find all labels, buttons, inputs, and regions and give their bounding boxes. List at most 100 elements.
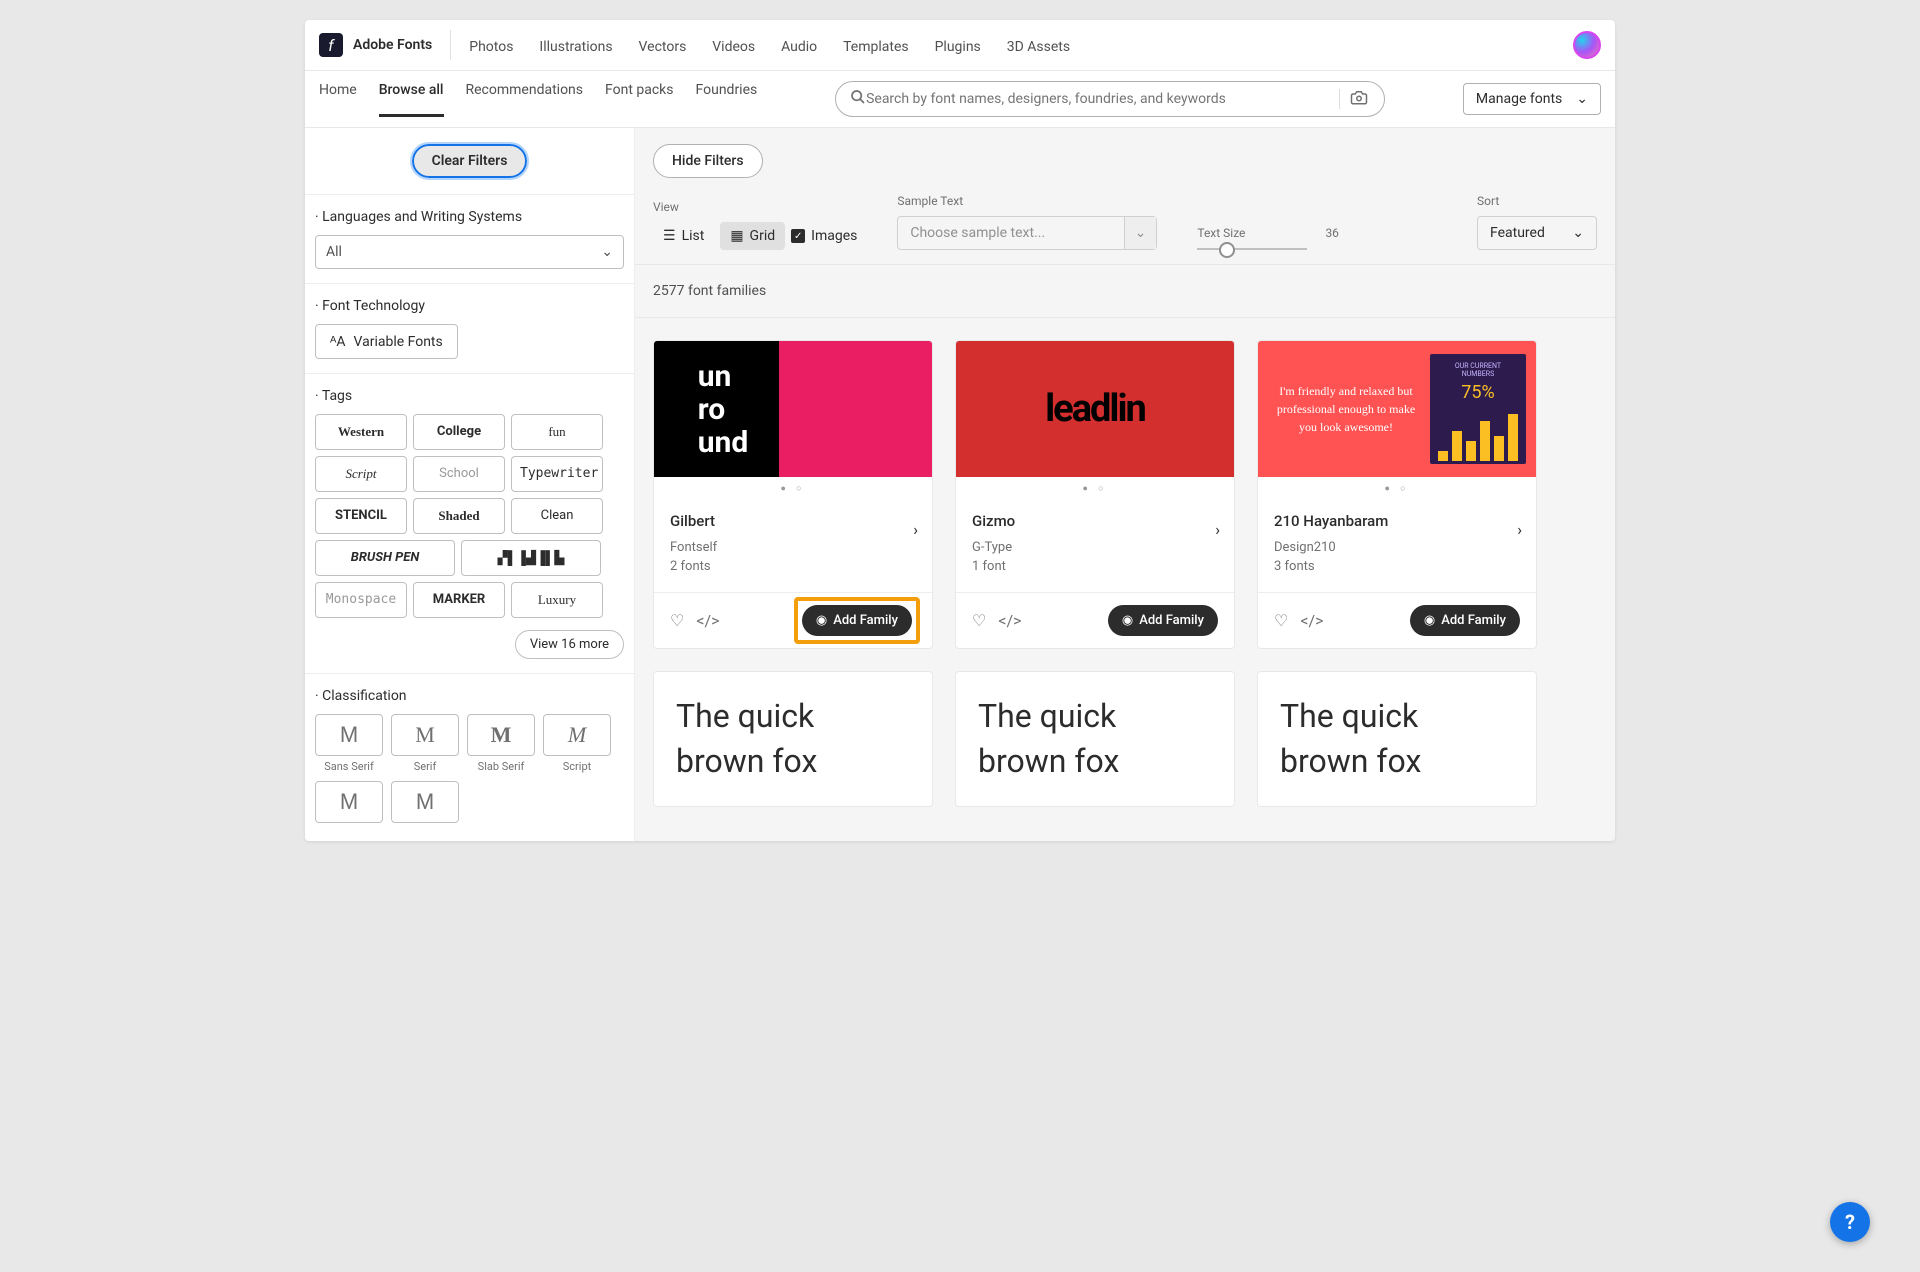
card-body: Gizmo G-Type 1 font › xyxy=(956,500,1234,592)
search-field[interactable] xyxy=(835,81,1385,117)
card-preview-image[interactable]: un ro und xyxy=(654,341,932,477)
tag-western[interactable]: Western xyxy=(315,414,407,450)
subnav-recommendations[interactable]: Recommendations xyxy=(466,82,584,117)
help-button[interactable]: ? xyxy=(1830,1202,1870,1242)
nav-photos[interactable]: Photos xyxy=(469,39,513,55)
brand-logo[interactable]: f xyxy=(319,33,343,57)
clear-filters-button[interactable]: Clear Filters xyxy=(412,144,528,178)
tag-clean[interactable]: Clean xyxy=(511,498,603,534)
cloud-icon: ◉ xyxy=(1122,613,1133,628)
favorite-icon[interactable]: ♡ xyxy=(972,611,986,630)
class-label: Serif xyxy=(391,760,459,773)
tag-monospace[interactable]: Monospace xyxy=(315,582,407,618)
class-label: Script xyxy=(543,760,611,773)
add-family-button[interactable]: ◉ Add Family xyxy=(1410,605,1520,636)
sub-bar: Home Browse all Recommendations Font pac… xyxy=(305,71,1615,128)
card-font-count: 2 fonts xyxy=(670,559,916,574)
checkmark-icon: ✓ xyxy=(791,229,805,243)
class-serif[interactable]: M Serif xyxy=(391,714,459,773)
text-preview-card[interactable]: The quick brown fox xyxy=(955,671,1235,807)
search-input[interactable] xyxy=(866,91,1339,107)
tag-fun[interactable]: fun xyxy=(511,414,603,450)
user-avatar[interactable] xyxy=(1573,31,1601,59)
carousel-dots[interactable]: ● ○ xyxy=(1258,477,1536,500)
favorite-icon[interactable]: ♡ xyxy=(670,611,684,630)
tag-shaded[interactable]: Shaded xyxy=(413,498,505,534)
tag-college[interactable]: College xyxy=(413,414,505,450)
nav-templates[interactable]: Templates xyxy=(843,39,909,55)
section-title-tags: Tags xyxy=(315,388,624,404)
text-preview-card[interactable]: The quick brown fox xyxy=(653,671,933,807)
card-title: 210 Hayanbaram xyxy=(1274,512,1520,530)
nav-audio[interactable]: Audio xyxy=(781,39,817,55)
tag-script[interactable]: Script xyxy=(315,456,407,492)
layout: Clear Filters Languages and Writing Syst… xyxy=(305,128,1615,841)
carousel-dots[interactable]: ● ○ xyxy=(654,477,932,500)
view-more-tags-button[interactable]: View 16 more xyxy=(515,630,624,659)
sample-placeholder: Choose sample text... xyxy=(910,225,1045,241)
hide-filters-button[interactable]: Hide Filters xyxy=(653,144,763,178)
code-icon[interactable]: </> xyxy=(998,611,1021,630)
text-size-control: Text Size 36 xyxy=(1197,226,1339,250)
card-preview-image[interactable]: leadlin xyxy=(956,341,1234,477)
font-card-gizmo: leadlin ● ○ Gizmo G-Type 1 font › ♡ </> … xyxy=(955,340,1235,649)
nav-illustrations[interactable]: Illustrations xyxy=(539,39,612,55)
view-grid-button[interactable]: ▦ Grid xyxy=(720,222,785,250)
visual-search-icon[interactable] xyxy=(1339,89,1378,109)
add-family-button[interactable]: ◉ Add Family xyxy=(1108,605,1218,636)
class-item-5[interactable]: M xyxy=(315,781,383,827)
chevron-right-icon[interactable]: › xyxy=(913,520,918,539)
code-icon[interactable]: </> xyxy=(696,611,719,630)
card-actions: ♡ </> ◉ Add Family xyxy=(654,592,932,648)
tag-marker[interactable]: MARKER xyxy=(413,582,505,618)
view-control: View ☰ List ▦ Grid ✓ Images xyxy=(653,200,857,250)
mini-dashboard: OUR CURRENT NUMBERS 75% xyxy=(1430,354,1526,464)
tag-typewriter[interactable]: Typewriter xyxy=(511,456,603,492)
cards-grid: un ro und ● ○ Gilbert Fontself 2 fonts ›… xyxy=(635,318,1615,829)
tag-brush-pen[interactable]: BRUSH PEN xyxy=(315,540,455,576)
text-preview-card[interactable]: The quick brown fox xyxy=(1257,671,1537,807)
chevron-right-icon[interactable]: › xyxy=(1215,520,1220,539)
tag-geometric[interactable]: ▞▌▐▟▐▌▙ xyxy=(461,540,601,576)
tag-stencil[interactable]: STENCIL xyxy=(315,498,407,534)
class-glyph: M xyxy=(467,714,535,756)
nav-videos[interactable]: Videos xyxy=(712,39,755,55)
sample-text-select[interactable]: Choose sample text... ⌄ xyxy=(897,216,1157,250)
class-glyph: M xyxy=(543,714,611,756)
class-script[interactable]: M Script xyxy=(543,714,611,773)
subnav-browse-all[interactable]: Browse all xyxy=(379,82,444,117)
languages-select[interactable]: All ⌄ xyxy=(315,235,624,269)
nav-3d-assets[interactable]: 3D Assets xyxy=(1007,39,1070,55)
view-label: View xyxy=(653,200,857,214)
tag-school[interactable]: School xyxy=(413,456,505,492)
class-slab-serif[interactable]: M Slab Serif xyxy=(467,714,535,773)
search-icon xyxy=(850,89,866,109)
class-item-6[interactable]: M xyxy=(391,781,459,827)
sort-select[interactable]: Featured ⌄ xyxy=(1477,216,1597,250)
nav-plugins[interactable]: Plugins xyxy=(935,39,981,55)
add-family-button[interactable]: ◉ Add Family xyxy=(802,605,912,636)
manage-fonts-button[interactable]: Manage fonts ⌄ xyxy=(1463,83,1601,115)
subnav-home[interactable]: Home xyxy=(319,82,357,117)
variable-fonts-toggle[interactable]: ᴬA Variable Fonts xyxy=(315,324,458,359)
nav-vectors[interactable]: Vectors xyxy=(639,39,687,55)
text-size-slider[interactable] xyxy=(1197,248,1307,250)
brand-name: Adobe Fonts xyxy=(353,37,432,53)
chevron-right-icon[interactable]: › xyxy=(1517,520,1522,539)
class-sans-serif[interactable]: M Sans Serif xyxy=(315,714,383,773)
sort-control: Sort Featured ⌄ xyxy=(1477,194,1597,250)
favorite-icon[interactable]: ♡ xyxy=(1274,611,1288,630)
card-font-count: 3 fonts xyxy=(1274,559,1520,574)
results-count: 2577 font families xyxy=(635,265,1615,318)
subnav-foundries[interactable]: Foundries xyxy=(696,82,758,117)
class-glyph: M xyxy=(391,714,459,756)
top-bar: f Adobe Fonts Photos Illustrations Vecto… xyxy=(305,20,1615,71)
view-list-button[interactable]: ☰ List xyxy=(653,222,714,250)
carousel-dots[interactable]: ● ○ xyxy=(956,477,1234,500)
code-icon[interactable]: </> xyxy=(1300,611,1323,630)
tag-luxury[interactable]: Luxury xyxy=(511,582,603,618)
images-checkbox[interactable]: ✓ Images xyxy=(791,228,857,244)
card-preview-image[interactable]: I'm friendly and relaxed but professiona… xyxy=(1258,341,1536,477)
chevron-down-icon: ⌄ xyxy=(1124,217,1157,249)
subnav-font-packs[interactable]: Font packs xyxy=(605,82,674,117)
